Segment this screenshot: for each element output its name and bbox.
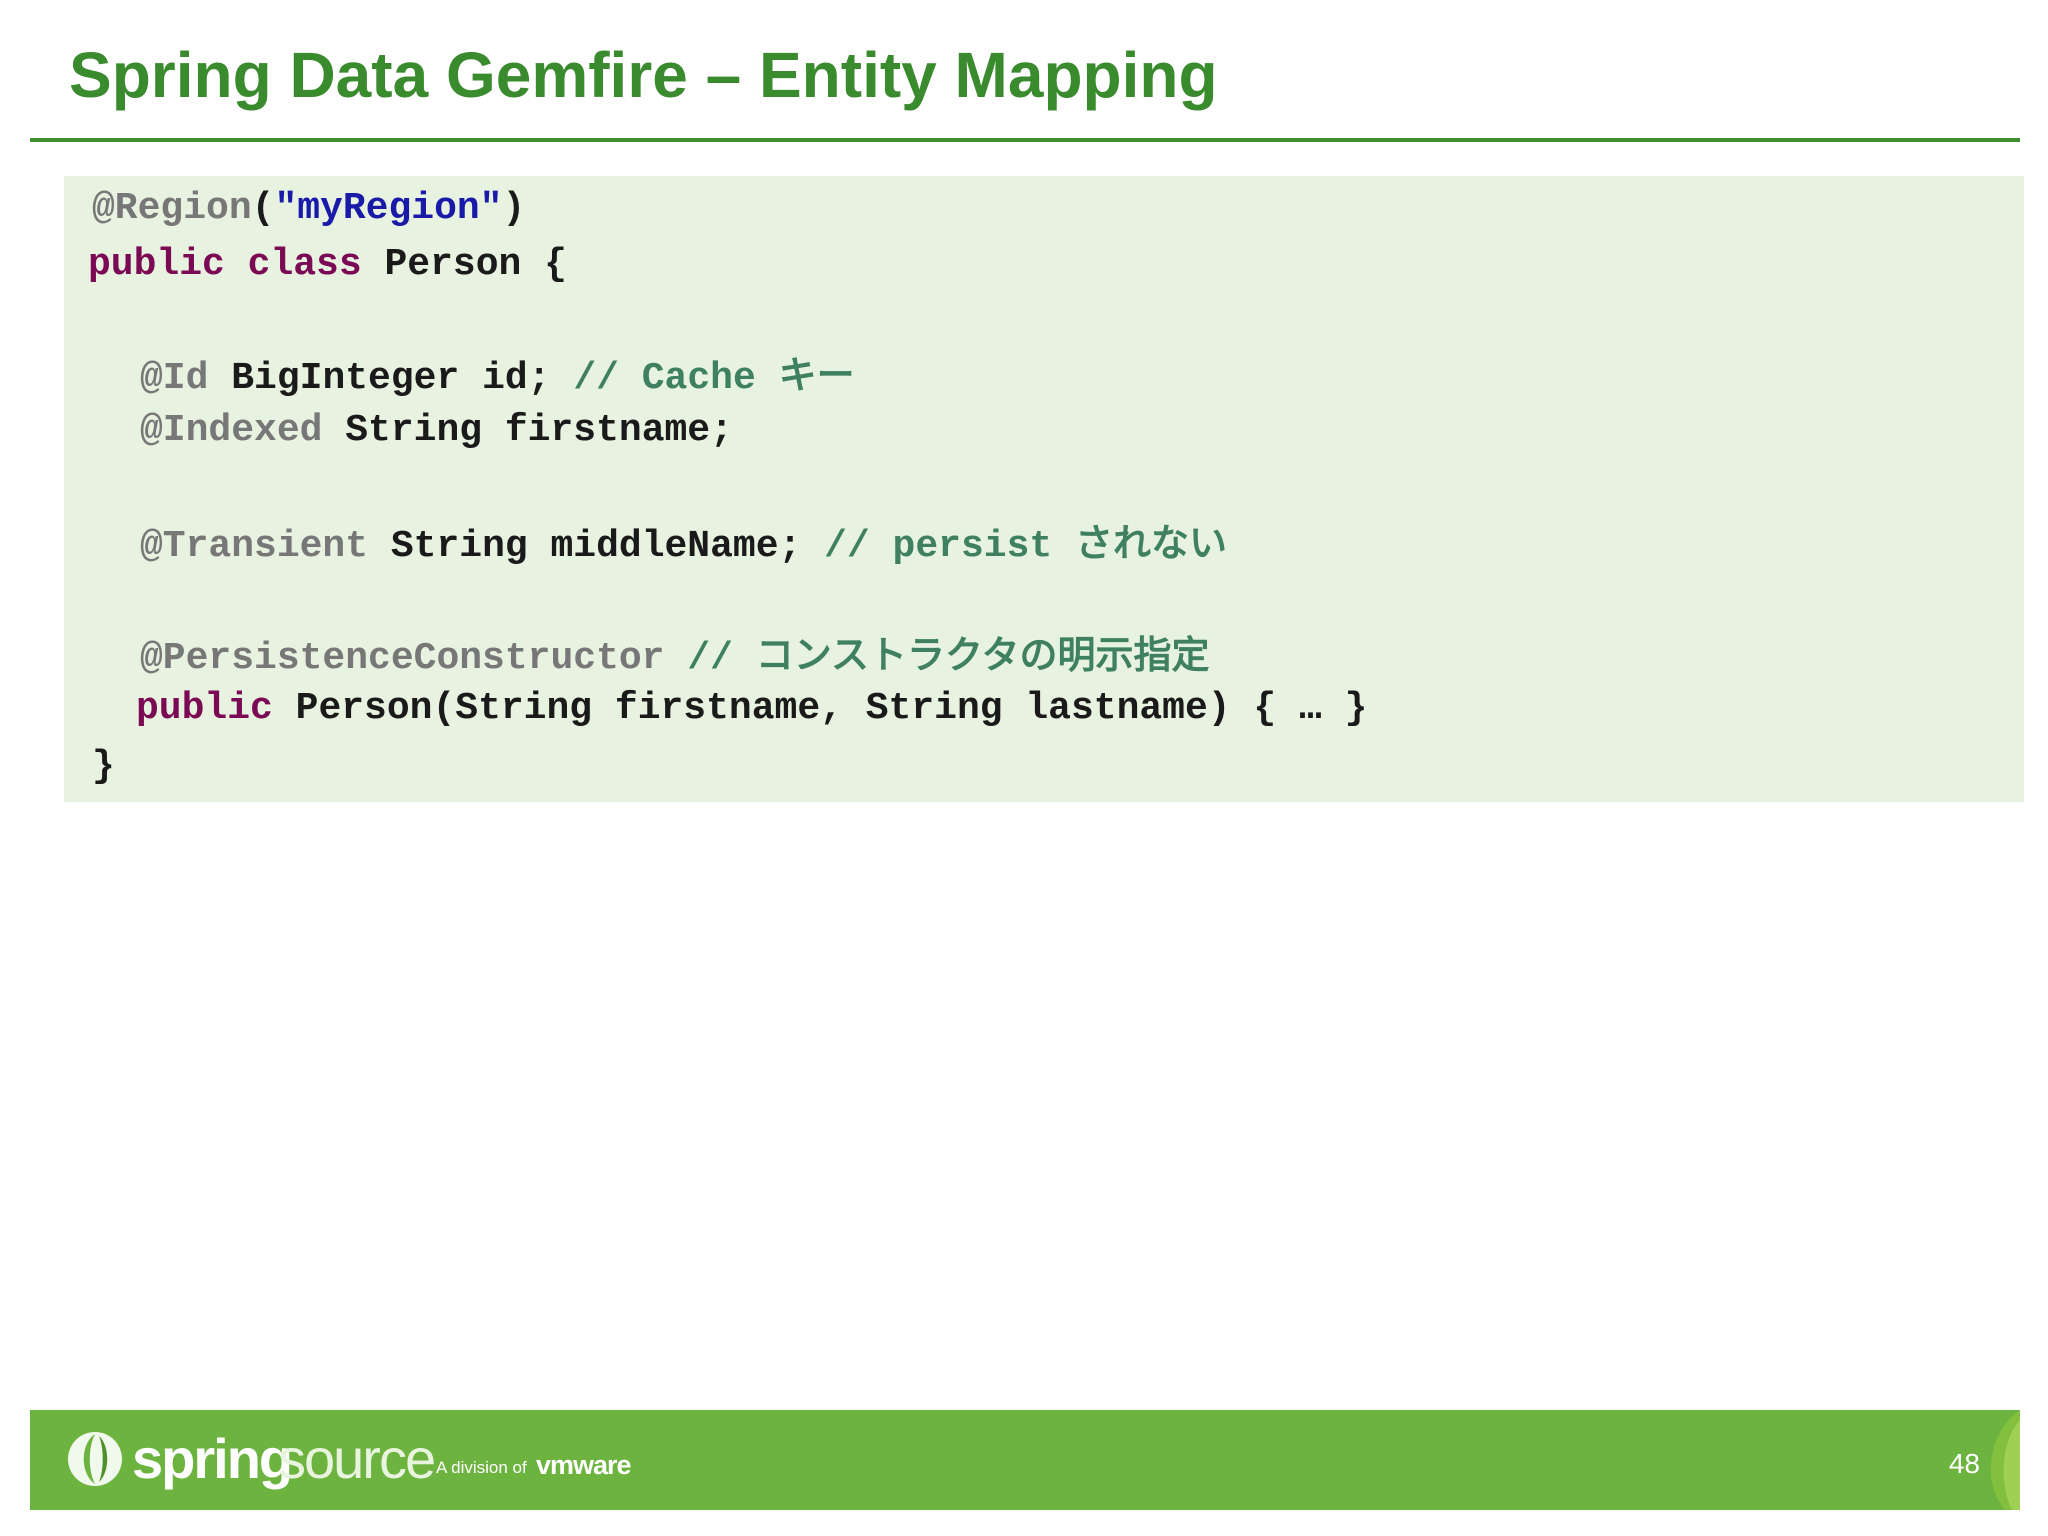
code-text: Person(String firstname, String lastname… <box>295 687 1368 730</box>
code-string: "myRegion" <box>274 187 503 230</box>
code-block: @Region("myRegion") public class Person … <box>64 176 2024 802</box>
code-line-2: public class Person { <box>88 246 567 284</box>
code-text: } <box>92 745 115 788</box>
code-comment: // Cache <box>573 357 756 400</box>
code-text: Person { <box>384 243 567 286</box>
code-annotation: @PersistenceConstructor <box>140 637 665 680</box>
code-comment-cjk: コンストラクタの明示指定 <box>755 633 1210 677</box>
code-text: BigInteger id; <box>231 357 551 400</box>
code-punct: ( <box>251 187 275 230</box>
code-annotation: @Indexed <box>140 409 323 452</box>
code-line-5: @Transient String middleName; // persist… <box>140 524 1227 566</box>
code-comment: // persist <box>824 525 1053 568</box>
division-text: A division of <box>436 1458 527 1477</box>
code-line-6: @PersistenceConstructor // コンストラクタの明示指定 <box>140 636 1209 678</box>
code-keyword: class <box>247 243 362 286</box>
brand-spring: spring <box>132 1427 293 1490</box>
code-line-3: @Id BigInteger id; // Cache キー <box>140 356 855 398</box>
springsource-leaf-icon <box>68 1432 122 1486</box>
corner-leaf-icon <box>1990 1410 2020 1510</box>
code-annotation: @Id <box>140 357 209 400</box>
code-comment-cjk: キー <box>778 353 855 397</box>
code-listing: @Region("myRegion") public class Person … <box>64 176 1367 907</box>
code-text: String middleName; <box>390 525 802 568</box>
code-punct: ) <box>502 187 526 230</box>
code-line-4: @Indexed String firstname; <box>140 412 733 450</box>
code-comment: // <box>687 637 733 680</box>
slide-title: Spring Data Gemfire – Entity Mapping <box>69 39 1218 111</box>
title-divider <box>30 138 2020 142</box>
code-annotation: @Transient <box>140 525 369 568</box>
code-text: String firstname; <box>345 409 733 452</box>
code-comment-cjk: されない <box>1075 521 1228 565</box>
brand-source: source <box>278 1427 436 1490</box>
code-line-7: public Person(String firstname, String l… <box>136 690 1367 728</box>
slide-footer: spring source A division of vmware 48 <box>30 1410 2020 1510</box>
vmware-logo: vmware <box>536 1450 632 1480</box>
code-line-1: @Region("myRegion") <box>92 190 525 228</box>
code-line-8: } <box>92 748 115 786</box>
code-annotation: @Region <box>92 187 252 230</box>
code-keyword: public <box>136 687 273 730</box>
code-keyword: public <box>88 243 225 286</box>
